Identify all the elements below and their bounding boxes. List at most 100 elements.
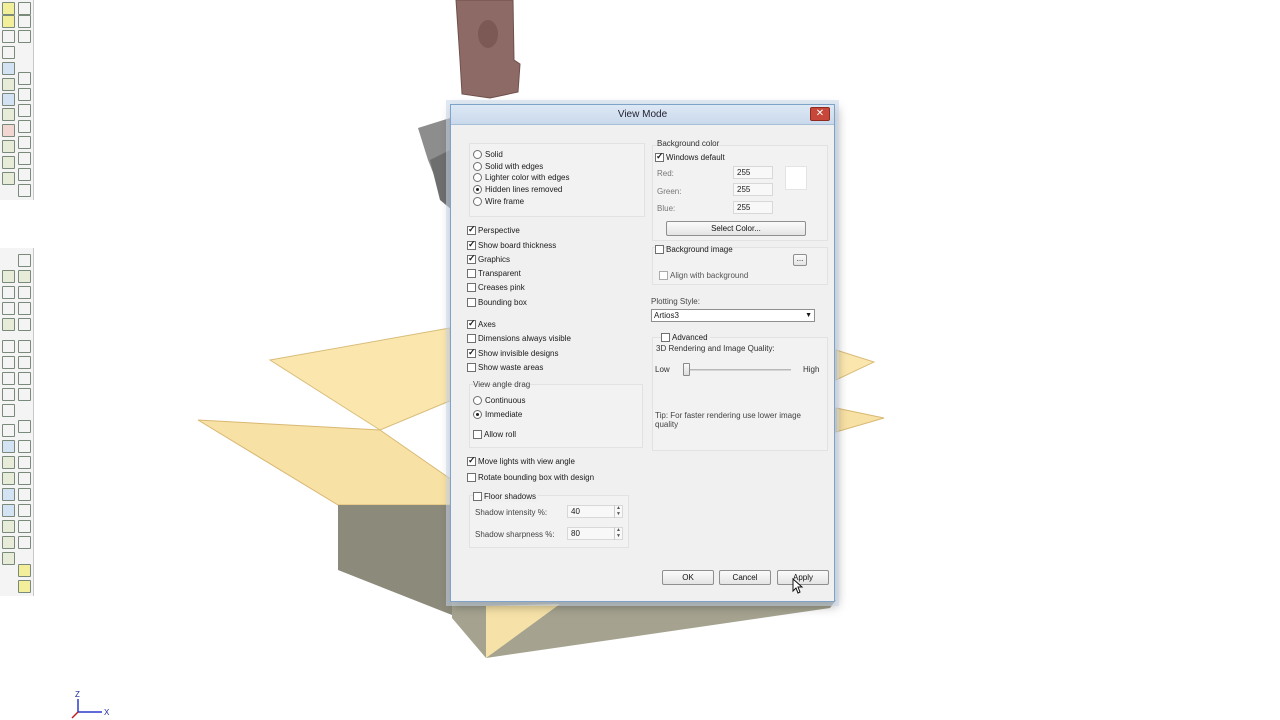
quality-slider-track[interactable] [683,363,791,377]
pen-icon[interactable] [18,270,31,283]
radio-hidden-lines[interactable]: Hidden lines removed [473,183,562,195]
panel-icon[interactable] [18,88,31,101]
pan-icon[interactable] [2,388,15,401]
mirror-icon[interactable] [18,318,31,331]
checkbox-bounding-box[interactable]: Bounding box [467,296,527,308]
cut-icon[interactable] [18,302,31,315]
radio-wire-frame[interactable]: Wire frame [473,195,524,207]
checkbox-rotate-bbox[interactable]: Rotate bounding box with design [467,471,594,483]
radio-solid[interactable]: Solid [473,148,503,160]
settings-icon[interactable] [2,140,15,153]
solid-view-icon[interactable] [2,2,15,15]
radio-continuous[interactable]: Continuous [473,394,525,406]
pattern-icon[interactable] [2,404,15,417]
checkbox-advanced[interactable]: Advanced [661,331,710,343]
select-icon[interactable] [18,254,31,267]
arrows-icon[interactable] [2,456,15,469]
checkbox-graphics[interactable]: Graphics [467,253,510,265]
red-input[interactable]: 255 [733,166,773,179]
pencil-icon[interactable] [18,440,31,453]
clip-icon[interactable] [18,520,31,533]
shadow-sharpness-spinner[interactable]: ▲ ▼ [614,527,622,540]
rotate-icon[interactable] [18,2,31,15]
view-mode-icon[interactable] [2,62,15,75]
sheet-icon[interactable] [18,104,31,117]
ruler-icon[interactable] [18,420,31,433]
block-icon[interactable] [18,372,31,385]
text-icon[interactable] [2,520,15,533]
dialog-titlebar[interactable]: View Mode ✕ [451,105,834,125]
link-icon[interactable] [2,488,15,501]
curve-icon[interactable] [2,302,15,315]
radio-lighter-color[interactable]: Lighter color with edges [473,171,570,183]
measure-icon[interactable] [18,340,31,353]
camera-icon[interactable] [18,136,31,149]
print-icon[interactable] [18,168,31,181]
bulb-icon[interactable] [2,536,15,549]
close-button[interactable]: ✕ [810,107,830,121]
stretch-icon[interactable] [18,536,31,549]
fill-icon[interactable] [18,356,31,369]
checkbox-align-background[interactable]: Align with background [659,269,748,281]
envelope-icon[interactable] [2,270,15,283]
viewport-3d[interactable]: Z X View Mode ✕ Solid Solid with edges L… [0,0,1280,720]
green-input[interactable]: 255 [733,183,773,196]
crease-icon[interactable] [18,472,31,485]
table-icon[interactable] [18,72,31,85]
eye-icon[interactable] [2,440,15,453]
zoom-window-icon[interactable] [2,356,15,369]
checkbox-perspective[interactable]: Perspective [467,224,520,236]
checkbox-background-image[interactable]: Background image [655,243,733,255]
ok-button[interactable]: OK [662,570,714,585]
grid-2-icon[interactable] [18,286,31,299]
browse-image-button[interactable]: ... [793,254,807,266]
plotting-style-select[interactable]: Artios3 ▼ [651,309,815,322]
checkbox-floor-shadows[interactable]: Floor shadows [473,490,539,502]
frame-icon[interactable] [2,46,15,59]
checkbox-transparent[interactable]: Transparent [467,267,521,279]
paint-icon[interactable] [2,124,15,137]
export-2-icon[interactable] [18,580,31,593]
blue-input[interactable]: 255 [733,201,773,214]
zoom-in-icon[interactable] [2,340,15,353]
checkbox-board-thickness[interactable]: Show board thickness [467,239,556,251]
checkbox-move-lights[interactable]: Move lights with view angle [467,455,575,467]
cancel-button[interactable]: Cancel [719,570,771,585]
zoom-out-icon[interactable] [2,372,15,385]
select-color-button[interactable]: Select Color... [666,221,806,236]
stack-icon[interactable] [18,120,31,133]
move-icon[interactable] [2,318,15,331]
render-icon[interactable] [18,184,31,197]
checkbox-creases-pink[interactable]: Creases pink [467,281,525,293]
box-icon[interactable] [2,15,15,28]
checkbox-axes[interactable]: Axes [467,318,496,330]
light-icon[interactable] [2,156,15,169]
fold-icon[interactable] [2,93,15,106]
knife-icon[interactable] [18,456,31,469]
flag-icon[interactable] [18,564,31,577]
dimension-icon[interactable] [18,152,31,165]
crop-icon[interactable] [18,488,31,501]
hand-icon[interactable] [2,424,15,437]
shadow-intensity-spinner[interactable]: ▲ ▼ [614,505,622,518]
chart-icon[interactable] [2,78,15,91]
layers-icon[interactable] [18,30,31,43]
window-icon[interactable] [2,504,15,517]
palette-icon[interactable] [2,552,15,565]
grid-icon[interactable] [18,15,31,28]
checkbox-creases-pink-label: Creases pink [478,282,525,292]
cube-outline-icon[interactable] [2,30,15,43]
checkbox-dimensions-visible[interactable]: Dimensions always visible [467,332,571,344]
block-2-icon[interactable] [18,388,31,401]
hammer-icon[interactable] [2,108,15,121]
checkbox-waste-areas[interactable]: Show waste areas [467,361,543,373]
bucket-icon[interactable] [2,472,15,485]
note-icon[interactable] [18,504,31,517]
export-icon[interactable] [2,172,15,185]
checkbox-windows-default[interactable]: Windows default [655,151,725,163]
checkbox-invisible-designs[interactable]: Show invisible designs [467,347,559,359]
draw-icon[interactable] [2,286,15,299]
checkbox-allow-roll[interactable]: Allow roll [473,428,516,440]
radio-immediate[interactable]: Immediate [473,408,522,420]
quality-slider-thumb[interactable] [683,363,690,376]
